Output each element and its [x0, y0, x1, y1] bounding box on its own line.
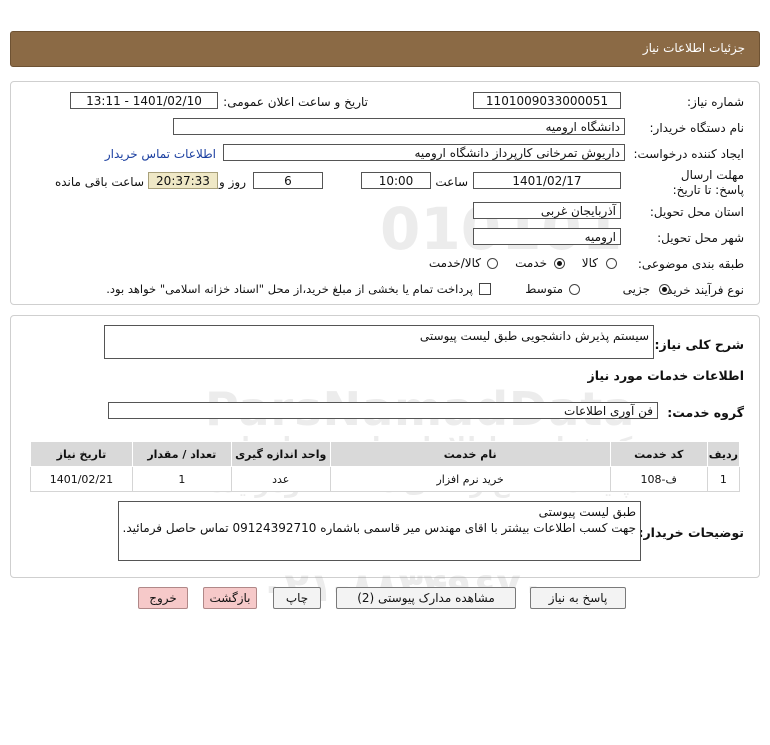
services-table: ردیف کد خدمت نام خدمت واحد اندازه گیری ت…	[30, 441, 741, 492]
service-group-label: گروه خدمت:	[667, 405, 744, 420]
category-goods-service-label: کالا/خدمت	[428, 256, 481, 270]
buyer-notes-label: توضیحات خریدار:	[638, 525, 744, 540]
back-button[interactable]: بازگشت	[203, 587, 257, 609]
table-row: 1 ف-108 خرید نرم افزار عدد 1 1401/02/21	[30, 466, 741, 492]
remaining-label: ساعت باقی مانده	[54, 175, 144, 189]
col-row-number: ردیف	[706, 441, 741, 467]
deadline-label: مهلت ارسال پاسخ: تا تاریخ:	[672, 168, 744, 197]
cell-unit: عدد	[230, 466, 331, 492]
deadline-date-field: 1401/02/17	[473, 172, 621, 189]
payment-note: پرداخت تمام یا بخشی از مبلغ خرید،از محل …	[106, 282, 473, 296]
purchase-type-label: نوع فرآیند خرید :	[659, 283, 744, 297]
province-field: آذربایجان غربی	[473, 202, 621, 219]
col-service-code: کد خدمت	[609, 441, 708, 467]
need-number-label: شماره نیاز:	[687, 95, 744, 109]
table-header-row: ردیف کد خدمت نام خدمت واحد اندازه گیری ت…	[30, 441, 741, 467]
category-service-label: خدمت	[515, 256, 547, 270]
purchase-small-radio[interactable]	[659, 284, 670, 295]
cell-service-name: خرید نرم افزار	[329, 466, 611, 492]
category-goods-label: کالا	[581, 256, 598, 270]
col-unit: واحد اندازه گیری	[230, 441, 331, 467]
days-label: روز و	[219, 175, 246, 189]
general-info-panel	[10, 81, 760, 305]
buyer-notes-line1: طبق لیست پیوستی	[538, 505, 636, 519]
purchase-medium-radio[interactable]	[569, 284, 580, 295]
print-button[interactable]: چاپ	[273, 587, 321, 609]
purchase-medium-label: متوسط	[525, 282, 563, 296]
exit-button[interactable]: خروج	[138, 587, 188, 609]
requester-label: ایجاد کننده درخواست:	[633, 147, 744, 161]
buyer-notes-field: طبق لیست پیوستی جهت کسب اطلاعات بیشتر با…	[118, 501, 641, 561]
summary-field: سیستم پذیرش دانشجویی طبق لیست پیوستی	[104, 325, 654, 359]
deadline-time-field: 10:00	[361, 172, 431, 189]
reply-button[interactable]: پاسخ به نیاز	[530, 587, 626, 609]
page-title-bar: جزئیات اطلاعات نیاز	[10, 31, 760, 67]
requester-field: داریوش تمرخانی کارپرداز دانشگاه ارومیه	[223, 144, 625, 161]
announce-field: 1401/02/10 - 13:11	[70, 92, 218, 109]
page-title: جزئیات اطلاعات نیاز	[642, 41, 745, 55]
service-group-field: فن آوری اطلاعات	[108, 402, 658, 419]
category-goods-radio[interactable]	[606, 258, 617, 269]
cell-row-number: 1	[706, 466, 741, 492]
view-attachments-button[interactable]: مشاهده مدارک پیوستی (2)	[336, 587, 516, 609]
buyer-notes-line2: جهت کسب اطلاعات بیشتر با اقای مهندس میر …	[122, 521, 636, 535]
cell-need-date: 1401/02/21	[30, 466, 133, 492]
summary-label: شرح کلی نیاز:	[654, 337, 744, 352]
days-field: 6	[253, 172, 323, 189]
col-quantity: تعداد / مقدار	[131, 441, 232, 467]
cell-quantity: 1	[131, 466, 232, 492]
category-service-radio[interactable]	[554, 258, 565, 269]
city-field: ارومیه	[473, 228, 621, 245]
remaining-time-field: 20:37:33	[148, 172, 218, 189]
contact-buyer-link[interactable]: اطلاعات تماس خریدار	[105, 147, 216, 161]
need-number-field: 1101009033000051	[473, 92, 621, 109]
category-label: طبقه بندی موضوعی:	[637, 257, 744, 271]
col-need-date: تاریخ نیاز	[30, 441, 133, 467]
category-goods-service-radio[interactable]	[487, 258, 498, 269]
col-service-name: نام خدمت	[329, 441, 611, 467]
announce-label: تاریخ و ساعت اعلان عمومی:	[223, 95, 368, 109]
province-label: استان محل تحویل:	[649, 205, 744, 219]
services-heading: اطلاعات خدمات مورد نیاز	[587, 368, 745, 383]
city-label: شهر محل تحویل:	[657, 231, 744, 245]
cell-service-code: ف-108	[609, 466, 708, 492]
treasury-payment-checkbox[interactable]	[479, 283, 491, 295]
buyer-org-label: نام دستگاه خریدار:	[649, 121, 745, 135]
buyer-org-field: دانشگاه ارومیه	[173, 118, 625, 135]
time-label: ساعت	[435, 175, 468, 189]
purchase-small-label: جزیی	[622, 282, 650, 296]
